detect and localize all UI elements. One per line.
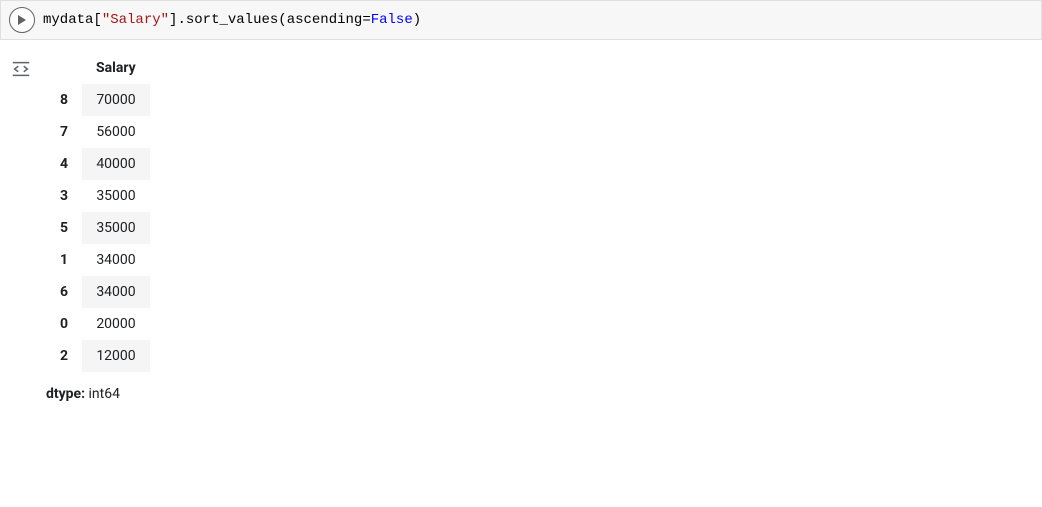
code-token-kwarg-name: ascending bbox=[287, 12, 363, 28]
row-value: 56000 bbox=[82, 116, 150, 148]
code-token-bracket: [ bbox=[93, 12, 101, 28]
table-row: 020000 bbox=[46, 308, 150, 340]
row-index: 1 bbox=[46, 244, 82, 276]
table-row: 440000 bbox=[46, 148, 150, 180]
table-row: 634000 bbox=[46, 276, 150, 308]
row-value: 35000 bbox=[82, 212, 150, 244]
table-row: 212000 bbox=[46, 340, 150, 372]
code-token-kwarg-value: False bbox=[371, 12, 413, 28]
dtype-value: int64 bbox=[89, 386, 120, 402]
code-input[interactable]: mydata["Salary"].sort_values(ascending=F… bbox=[43, 12, 421, 28]
row-index: 8 bbox=[46, 84, 82, 116]
row-value: 34000 bbox=[82, 276, 150, 308]
table-body: 870000 756000 440000 335000 535000 13400… bbox=[46, 84, 150, 372]
code-token-paren: ) bbox=[413, 12, 421, 28]
code-cell[interactable]: mydata["Salary"].sort_values(ascending=F… bbox=[0, 0, 1042, 40]
code-token-dot: . bbox=[177, 12, 185, 28]
row-index: 2 bbox=[46, 340, 82, 372]
dtype-label: dtype: bbox=[46, 386, 85, 402]
row-index: 3 bbox=[46, 180, 82, 212]
play-icon bbox=[17, 14, 27, 26]
dtype-line: dtype: int64 bbox=[46, 386, 150, 402]
row-index: 4 bbox=[46, 148, 82, 180]
run-button[interactable] bbox=[9, 7, 35, 33]
output-area: Salary 870000 756000 440000 335000 53500… bbox=[0, 40, 1042, 414]
code-token-paren: ( bbox=[278, 12, 286, 28]
code-token-eq: = bbox=[362, 12, 370, 28]
column-header: Salary bbox=[82, 52, 150, 84]
code-token-method: sort_values bbox=[186, 12, 278, 28]
table-row: 335000 bbox=[46, 180, 150, 212]
table-row: 756000 bbox=[46, 116, 150, 148]
row-value: 34000 bbox=[82, 244, 150, 276]
row-index: 0 bbox=[46, 308, 82, 340]
table-row: 134000 bbox=[46, 244, 150, 276]
code-token-string: "Salary" bbox=[102, 12, 169, 28]
table-row: 535000 bbox=[46, 212, 150, 244]
code-token-variable: mydata bbox=[43, 12, 93, 28]
output-collapse-button[interactable] bbox=[8, 56, 34, 82]
row-index: 5 bbox=[46, 212, 82, 244]
row-value: 70000 bbox=[82, 84, 150, 116]
notebook-cell: mydata["Salary"].sort_values(ascending=F… bbox=[0, 0, 1042, 414]
row-index: 6 bbox=[46, 276, 82, 308]
row-index: 7 bbox=[46, 116, 82, 148]
row-value: 35000 bbox=[82, 180, 150, 212]
index-header bbox=[46, 52, 82, 84]
output-toggle-icon bbox=[10, 60, 32, 78]
row-value: 20000 bbox=[82, 308, 150, 340]
row-value: 12000 bbox=[82, 340, 150, 372]
row-value: 40000 bbox=[82, 148, 150, 180]
dataframe-table: Salary 870000 756000 440000 335000 53500… bbox=[46, 52, 150, 372]
table-row: 870000 bbox=[46, 84, 150, 116]
output-body: Salary 870000 756000 440000 335000 53500… bbox=[42, 52, 150, 402]
